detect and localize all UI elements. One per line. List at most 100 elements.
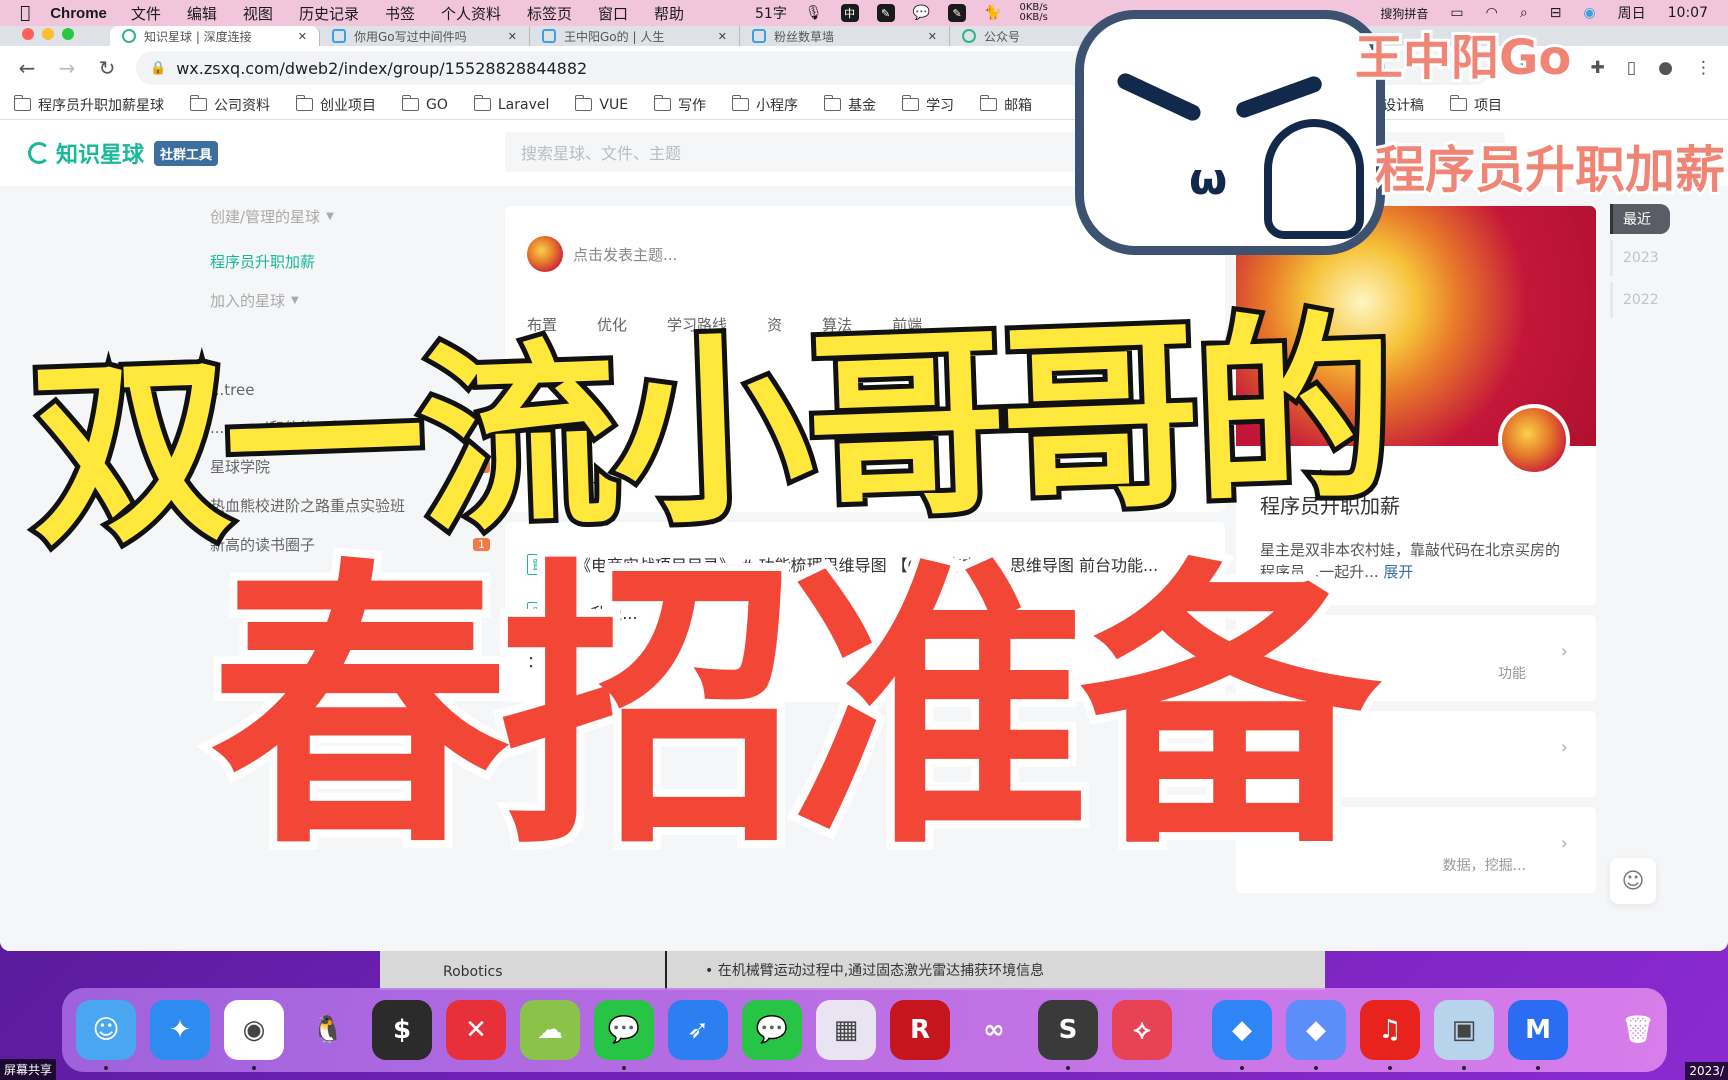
extensions-icon[interactable]: ✚ — [1591, 58, 1605, 78]
close-window-button[interactable] — [22, 28, 34, 40]
mac-dock: ☺ ✦ ◉ 🐧 $ ✕ ☁ 💬 ➶ 💬 ▦ R ∞ S ⟡ ◆ ◆ ♫ ▣ M 🗑 — [62, 988, 1667, 1072]
url-text[interactable]: wx.zsxq.com/dweb2/index/group/1552882884… — [176, 59, 587, 78]
pen-icon[interactable]: ✎ — [876, 4, 895, 22]
more-menu-icon[interactable]: ⋮ — [1695, 58, 1712, 78]
dock-app-qq[interactable]: 🐧 — [298, 1000, 358, 1060]
menu-edit[interactable]: 编辑 — [187, 3, 217, 24]
community-tool-badge[interactable]: 社群工具 — [154, 140, 219, 166]
dock-app-wechat-work[interactable]: 💬 — [742, 1000, 802, 1060]
menu-help[interactable]: 帮助 — [654, 3, 684, 24]
reload-icon[interactable]: ↻ — [96, 56, 118, 80]
netease-music-icon: ♫ — [1378, 1015, 1402, 1045]
lark-icon: ➶ — [687, 1015, 709, 1045]
maximize-window-button[interactable] — [62, 28, 74, 40]
menu-profile[interactable]: 个人资料 — [441, 3, 501, 24]
mascot-eye — [1233, 74, 1325, 120]
apple-icon[interactable]:  — [20, 3, 30, 23]
dock-app-lark[interactable]: ➶ — [668, 1000, 728, 1060]
menubar-time[interactable]: 10:07 — [1668, 5, 1708, 21]
bookmark-folder[interactable]: Laravel — [473, 95, 549, 113]
input-method-icon[interactable]: 中 — [840, 4, 859, 22]
bookmark-folder[interactable]: 学习 — [902, 95, 954, 115]
note-icon[interactable]: ✎ — [948, 4, 967, 22]
timeline-year[interactable]: 2023 — [1610, 240, 1670, 276]
dock-app-sublime[interactable]: S — [1038, 1000, 1098, 1070]
bookmark-folder[interactable]: 项目 — [1450, 95, 1502, 115]
bookmark-folder[interactable]: 邮箱 — [980, 95, 1032, 115]
sidebar-group-active[interactable]: 程序员升职加薪 — [210, 251, 490, 272]
bookmark-folder[interactable]: 公司资料 — [190, 95, 270, 115]
date-label: 2023/ — [1685, 1062, 1728, 1080]
tab-title: 粉丝数草墙 — [774, 29, 835, 44]
customer-service-button[interactable]: ☺ — [1610, 858, 1656, 904]
bookmarks-bar: 程序员升职加薪星球 公司资料 创业项目 GO Laravel VUE 写作 小程… — [0, 90, 1728, 120]
doc-bullet-content: 在机械臂运动过程中,通过固态激光雷达捕获环境信息 — [717, 963, 1045, 979]
tab-zsxq[interactable]: 知识星球 | 深度连接 ✕ — [110, 26, 320, 46]
running-indicator — [1314, 1066, 1318, 1070]
dock-app-chrome[interactable]: ◉ — [224, 1000, 284, 1070]
close-tab-icon[interactable]: ✕ — [718, 30, 727, 43]
menu-app-name[interactable]: Chrome — [50, 5, 107, 22]
bookmark-folder[interactable]: 写作 — [654, 95, 706, 115]
expand-link[interactable]: 展开 — [1383, 563, 1413, 581]
menubar-day[interactable]: 周日 — [1618, 3, 1646, 23]
wechat-icon[interactable]: 💬 — [913, 5, 930, 21]
back-arrow-icon[interactable]: ← — [16, 56, 38, 80]
group-owner-avatar[interactable] — [1498, 404, 1570, 476]
bookmark-folder[interactable]: 创业项目 — [296, 95, 376, 115]
close-tab-icon[interactable]: ✕ — [298, 30, 307, 43]
dock-app-launchpad[interactable]: ▦ — [816, 1000, 876, 1060]
dock-app-cloud-sync[interactable]: ☁ — [520, 1000, 580, 1060]
cloud-sync-icon: ☁ — [537, 1015, 563, 1045]
menu-tabs[interactable]: 标签页 — [527, 3, 572, 24]
tab-fans-wall[interactable]: 粉丝数草墙 ✕ — [740, 26, 950, 46]
dock-app-preview[interactable]: ▣ — [1434, 1000, 1494, 1070]
forward-arrow-icon[interactable]: → — [56, 56, 78, 80]
dock-app-trash[interactable]: 🗑 — [1608, 1000, 1668, 1060]
bookmark-folder[interactable]: VUE — [575, 95, 628, 113]
dock-app-safari[interactable]: ✦ — [150, 1000, 210, 1060]
microphone-icon[interactable]: 🎙 — [805, 5, 823, 21]
dock-app-rdm[interactable]: R — [890, 1000, 950, 1060]
minimize-window-button[interactable] — [42, 28, 54, 40]
dock-app-finder[interactable]: ☺ — [76, 1000, 136, 1070]
bookmark-folder[interactable]: 小程序 — [732, 95, 798, 115]
bookmark-folder[interactable]: 基金 — [824, 95, 876, 115]
dock-app-tencent-meeting[interactable]: M — [1508, 1000, 1568, 1070]
dock-app-netease-music[interactable]: ♫ — [1360, 1000, 1420, 1070]
menu-history[interactable]: 历史记录 — [299, 3, 359, 24]
close-tab-icon[interactable]: ✕ — [508, 30, 517, 43]
dock-app-terminal[interactable]: $ — [372, 1000, 432, 1060]
dock-app-navicat[interactable]: ∞ — [964, 1000, 1024, 1060]
menu-window[interactable]: 窗口 — [598, 3, 628, 24]
thumbs-up-icon — [1264, 119, 1364, 239]
menu-view[interactable]: 视图 — [243, 3, 273, 24]
dock-app-editor-2[interactable]: ◆ — [1286, 1000, 1346, 1070]
timeline-year[interactable]: 2022 — [1610, 282, 1670, 318]
tab-wangzhongyang[interactable]: 王中阳Go的 | 人生 ✕ — [530, 26, 740, 46]
tab-favicon-icon — [962, 29, 976, 43]
zsxq-logo[interactable]: 知识星球 — [28, 137, 144, 169]
bookmark-folder[interactable]: 程序员升职加薪星球 — [14, 95, 164, 115]
user-avatar — [527, 236, 563, 272]
bookmark-label: GO — [426, 96, 448, 113]
side-panel-icon[interactable]: ▯ — [1627, 58, 1636, 78]
folder-icon — [980, 95, 998, 111]
menu-file[interactable]: 文件 — [131, 3, 161, 24]
bookmark-label: 小程序 — [756, 97, 799, 114]
menu-bookmarks[interactable]: 书签 — [385, 3, 415, 24]
dock-app-wechat[interactable]: 💬 — [594, 1000, 654, 1070]
cat-icon[interactable]: 🐈 — [984, 5, 1001, 21]
tab-go-middleware[interactable]: 你用Go写过中间件吗 ✕ — [320, 26, 530, 46]
dock-app-xmind-red[interactable]: ⟡ — [1112, 1000, 1172, 1060]
timeline-nav: 最近 2023 2022 — [1610, 204, 1670, 318]
close-tab-icon[interactable]: ✕ — [928, 30, 937, 43]
created-groups-header[interactable]: 创建/管理的星球 ▼ — [210, 206, 490, 227]
dock-app-xmind[interactable]: ✕ — [446, 1000, 506, 1060]
timeline-recent[interactable]: 最近 — [1610, 204, 1670, 234]
dock-app-editor-1[interactable]: ◆ — [1212, 1000, 1272, 1070]
siri-icon[interactable]: ◉ — [1583, 5, 1595, 21]
profile-avatar-icon[interactable]: ● — [1658, 58, 1673, 78]
bookmark-folder[interactable]: GO — [402, 95, 448, 113]
terminal-icon: $ — [392, 1015, 412, 1045]
